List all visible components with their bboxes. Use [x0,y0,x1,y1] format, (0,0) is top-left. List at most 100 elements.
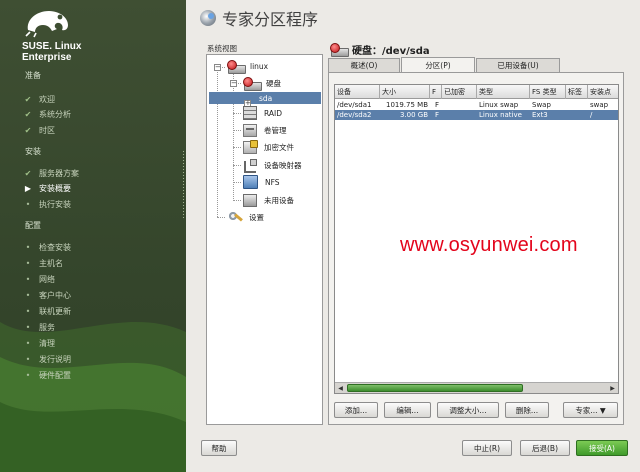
step-network: • 网络 [23,273,55,285]
cell-label [566,110,588,120]
column-header-device[interactable]: 设备 [335,85,380,99]
step-system-analysis: ✔ 系统分析 [23,108,71,120]
nfs-icon [243,175,258,189]
tree-node-linux[interactable]: linux [227,59,270,74]
tree-node-raid[interactable]: RAID [243,106,284,120]
step-timezone: ✔ 时区 [23,124,55,136]
step-label: 时区 [39,125,55,135]
cell-device: /dev/sda2 [337,111,372,119]
column-header-size[interactable]: 大小 [380,85,430,99]
tree-node-label: RAID [264,108,283,118]
tree-node-label: NFS [265,177,280,187]
disk-title: 硬盘：/dev/sda [352,46,430,57]
partitioner-icon [200,10,216,26]
tree-node-harddisk[interactable]: 硬盘 [243,76,283,91]
encrypted-file-icon [243,139,258,154]
step-check-install: • 检查安装 [23,241,71,253]
section-prepare: 准备 [25,71,41,80]
scrollbar-thumb[interactable] [347,384,523,392]
bullet-icon: • [25,354,31,364]
section-install: 安装 [25,147,41,156]
tree-node-label: 未用设备 [264,195,294,205]
tab-used-devices[interactable]: 已用设备(U) [476,58,560,72]
check-icon: ✔ [24,94,32,104]
step-label: 硬件配置 [39,370,71,380]
bullet-icon: • [25,338,31,348]
scroll-right-icon[interactable]: ▶ [608,384,617,393]
bullet-icon: • [25,306,31,316]
tree-connector [233,165,241,166]
tree-node-volume[interactable]: 卷管理 [243,123,289,137]
column-header-type[interactable]: 类型 [477,85,530,99]
cell-mountpoint: swap [590,101,609,109]
horizontal-scrollbar[interactable]: ◀ ▶ [335,382,618,393]
add-button[interactable]: 添加... [334,402,378,418]
tree-node-label: sda [259,93,273,103]
step-services: • 服务 [23,321,55,333]
page-title: 专家分区程序 [222,10,319,29]
tree-label: 系统视图 [207,44,237,53]
check-icon: ✔ [24,168,32,178]
abort-button[interactable]: 中止(R) [462,440,512,456]
step-label: 发行说明 [39,354,71,364]
column-header-mountpoint[interactable]: 安装点 [588,85,618,99]
brand-text: SUSE. Linux Enterprise [22,41,172,63]
scroll-left-icon[interactable]: ◀ [336,384,345,393]
harddisk-icon [330,43,349,57]
resize-button[interactable]: 调整大小... [437,402,499,418]
sidebar-resize-handle[interactable] [182,150,185,220]
cell-fs-type: Ext3 [532,111,548,119]
tab-partitions[interactable]: 分区(P) [401,57,475,72]
volume-manager-icon [243,123,257,137]
cell-size: 1019.75 MB [385,101,428,109]
step-release-notes: • 发行说明 [23,353,71,365]
cell-size: 3.00 GB [399,111,428,119]
tree-node-sda[interactable]: + sda [209,92,321,107]
step-label: 客户中心 [39,290,71,300]
system-view-tree[interactable]: − linux − 硬盘 + sda RAID 卷管理 加密文件 设备映射器 NF… [206,54,323,425]
back-button[interactable]: 后退(B) [520,440,570,456]
title-row: 专家分区程序 [200,6,318,30]
check-icon: ✔ [24,125,32,135]
edit-button[interactable]: 编辑... [384,402,431,418]
step-welcome: ✔ 欢迎 [23,93,55,105]
step-label: 主机名 [39,258,63,268]
step-label: 检查安装 [39,242,71,252]
delete-button[interactable]: 删除... [505,402,549,418]
cell-fs-type: Swap [532,101,551,109]
tab-bar: 概述(O) 分区(P) 已用设备(U) [328,57,561,72]
column-header-label[interactable]: 标签 [566,85,588,99]
step-server-scenario: ✔ 服务器方案 [23,167,79,179]
accept-button[interactable]: 接受(A) [576,440,628,456]
tree-connector [233,200,241,201]
column-header-encrypted[interactable]: 已加密 [442,85,477,99]
step-label: 执行安装 [39,199,71,209]
bullet-icon: • [25,290,31,300]
tree-node-devmapper[interactable]: 设备映射器 [243,158,304,173]
expander-linux[interactable]: − [214,64,221,71]
brand-line-1: SUSE. Linux [22,41,82,52]
help-button[interactable]: 帮助 [201,440,237,456]
tree-node-unused[interactable]: 未用设备 [243,193,296,207]
suse-chameleon-logo [25,11,69,38]
expander-harddisk[interactable]: − [230,80,237,87]
table-row[interactable]: /dev/sda1 1019.75 MB F Linux swap Swap s… [335,100,618,110]
column-header-fs-type[interactable]: FS 类型 [530,85,566,99]
tree-connector [233,113,241,114]
bullet-icon: • [25,274,31,284]
table-header: 设备 大小 F 已加密 类型 FS 类型 标签 安装点 [335,85,618,99]
harddisk-icon [227,59,246,74]
tree-node-crypt[interactable]: 加密文件 [243,139,296,154]
step-online-update: • 联机更新 [23,305,71,317]
table-row[interactable]: /dev/sda2 3.00 GB F Linux native Ext3 / [335,110,618,120]
bullet-icon: • [25,242,31,252]
tree-node-nfs[interactable]: NFS [243,175,282,189]
brand-line-2: Enterprise [22,52,72,63]
tree-node-settings[interactable]: 设置 [227,211,266,223]
tab-overview[interactable]: 概述(O) [328,58,400,72]
disk-header: 硬盘：/dev/sda [330,42,430,57]
column-header-format[interactable]: F [430,85,442,99]
expert-menu-button[interactable]: 专家... ▼ [563,402,618,418]
tree-node-label: 设备映射器 [264,160,302,170]
cell-label [566,100,588,110]
